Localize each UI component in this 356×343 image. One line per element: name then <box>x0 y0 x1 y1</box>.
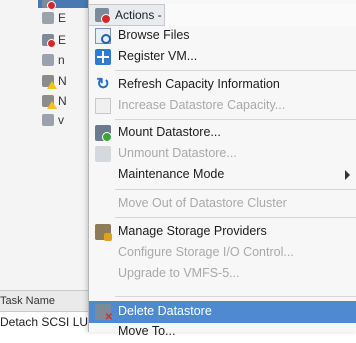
menu-item-unmount-datastore[interactable]: Unmount Datastore... <box>89 143 356 165</box>
task-name-column-header[interactable]: Task Name <box>0 295 55 307</box>
menu-separator <box>115 217 356 218</box>
menu-item-label: Manage Storage Providers <box>118 224 267 238</box>
menu-item-label: Maintenance Mode <box>118 167 225 181</box>
menu-separator <box>115 70 356 71</box>
datastore-actions-icon <box>95 8 111 24</box>
tree-row-label: n <box>58 53 65 67</box>
datastore-warning-icon <box>42 95 57 109</box>
menu-item-label: Mount Datastore... <box>118 125 221 139</box>
menu-item-label: Increase Datastore Capacity... <box>118 98 286 112</box>
menu-item-move-out-of-cluster[interactable]: Move Out of Datastore Cluster <box>89 193 356 215</box>
menu-item-maintenance-mode[interactable]: Maintenance Mode <box>89 164 356 186</box>
increase-capacity-icon <box>95 98 111 114</box>
menu-item-browse-files[interactable]: Browse Files <box>89 25 356 47</box>
refresh-icon: ↻ <box>96 76 110 93</box>
register-vm-icon <box>95 49 111 65</box>
task-name: Detach SCSI LU <box>0 315 89 329</box>
menu-title-label: Actions - <box>115 8 162 22</box>
menu-item-label: Move To... <box>118 324 176 338</box>
menu-item-label: Unmount Datastore... <box>118 146 237 160</box>
task-row[interactable]: Detach SCSI LU <box>0 312 95 332</box>
tree-row-label: E <box>58 33 67 47</box>
menu-item-label: Browse Files <box>118 28 190 42</box>
storage-providers-icon <box>95 224 112 241</box>
menu-item-label: Refresh Capacity Information <box>118 77 280 91</box>
tree-row-label: N <box>58 74 67 88</box>
actions-context-menu: Actions - Browse Files Register VM... ↻ … <box>88 0 356 338</box>
menu-item-label: Configure Storage I/O Control... <box>118 245 294 259</box>
datastore-red-icon <box>42 34 56 48</box>
menu-item-move-to[interactable]: Move To... <box>89 321 356 343</box>
menu-item-label: Move Out of Datastore Cluster <box>118 196 287 210</box>
menu-item-refresh-capacity[interactable]: ↻ Refresh Capacity Information <box>89 74 356 96</box>
menu-separator <box>115 119 356 120</box>
task-list-header[interactable]: Task Name <box>0 290 95 312</box>
menu-separator <box>115 189 356 190</box>
datastore-warning-icon <box>42 75 57 89</box>
datastore-plain-icon <box>42 12 54 24</box>
tree-row-label: E <box>58 11 67 25</box>
datastore-red-icon <box>42 0 56 10</box>
tree-row-label: N <box>58 94 67 108</box>
menu-item-configure-storage-io[interactable]: Configure Storage I/O Control... <box>89 242 356 264</box>
delete-datastore-icon <box>95 304 113 323</box>
tree-row-label: v <box>58 113 64 127</box>
menu-item-label: Upgrade to VMFS-5... <box>118 266 240 280</box>
inventory-tree: E E n N N v <box>0 0 95 292</box>
menu-item-increase-capacity[interactable]: Increase Datastore Capacity... <box>89 95 356 117</box>
menu-item-upgrade-vmfs5[interactable]: Upgrade to VMFS-5... <box>89 263 356 285</box>
menu-item-label: Register VM... <box>118 49 198 63</box>
mount-datastore-icon <box>95 125 112 142</box>
menu-item-mount-datastore[interactable]: Mount Datastore... <box>89 122 356 144</box>
menu-item-register-vm[interactable]: Register VM... <box>89 46 356 68</box>
menu-item-manage-storage-providers[interactable]: Manage Storage Providers <box>89 221 356 243</box>
browse-files-icon <box>95 28 111 44</box>
menu-separator <box>115 296 356 297</box>
menu-item-label: Delete Datastore <box>118 304 212 318</box>
datastore-plain-icon <box>42 54 54 66</box>
menu-item-delete-datastore[interactable]: Delete Datastore <box>89 301 356 323</box>
submenu-arrow-icon <box>345 170 350 180</box>
menu-header-strip <box>165 4 356 26</box>
unmount-datastore-icon <box>95 146 111 162</box>
actions-menu-title: Actions - <box>89 4 165 26</box>
datastore-plain-icon <box>42 114 54 126</box>
